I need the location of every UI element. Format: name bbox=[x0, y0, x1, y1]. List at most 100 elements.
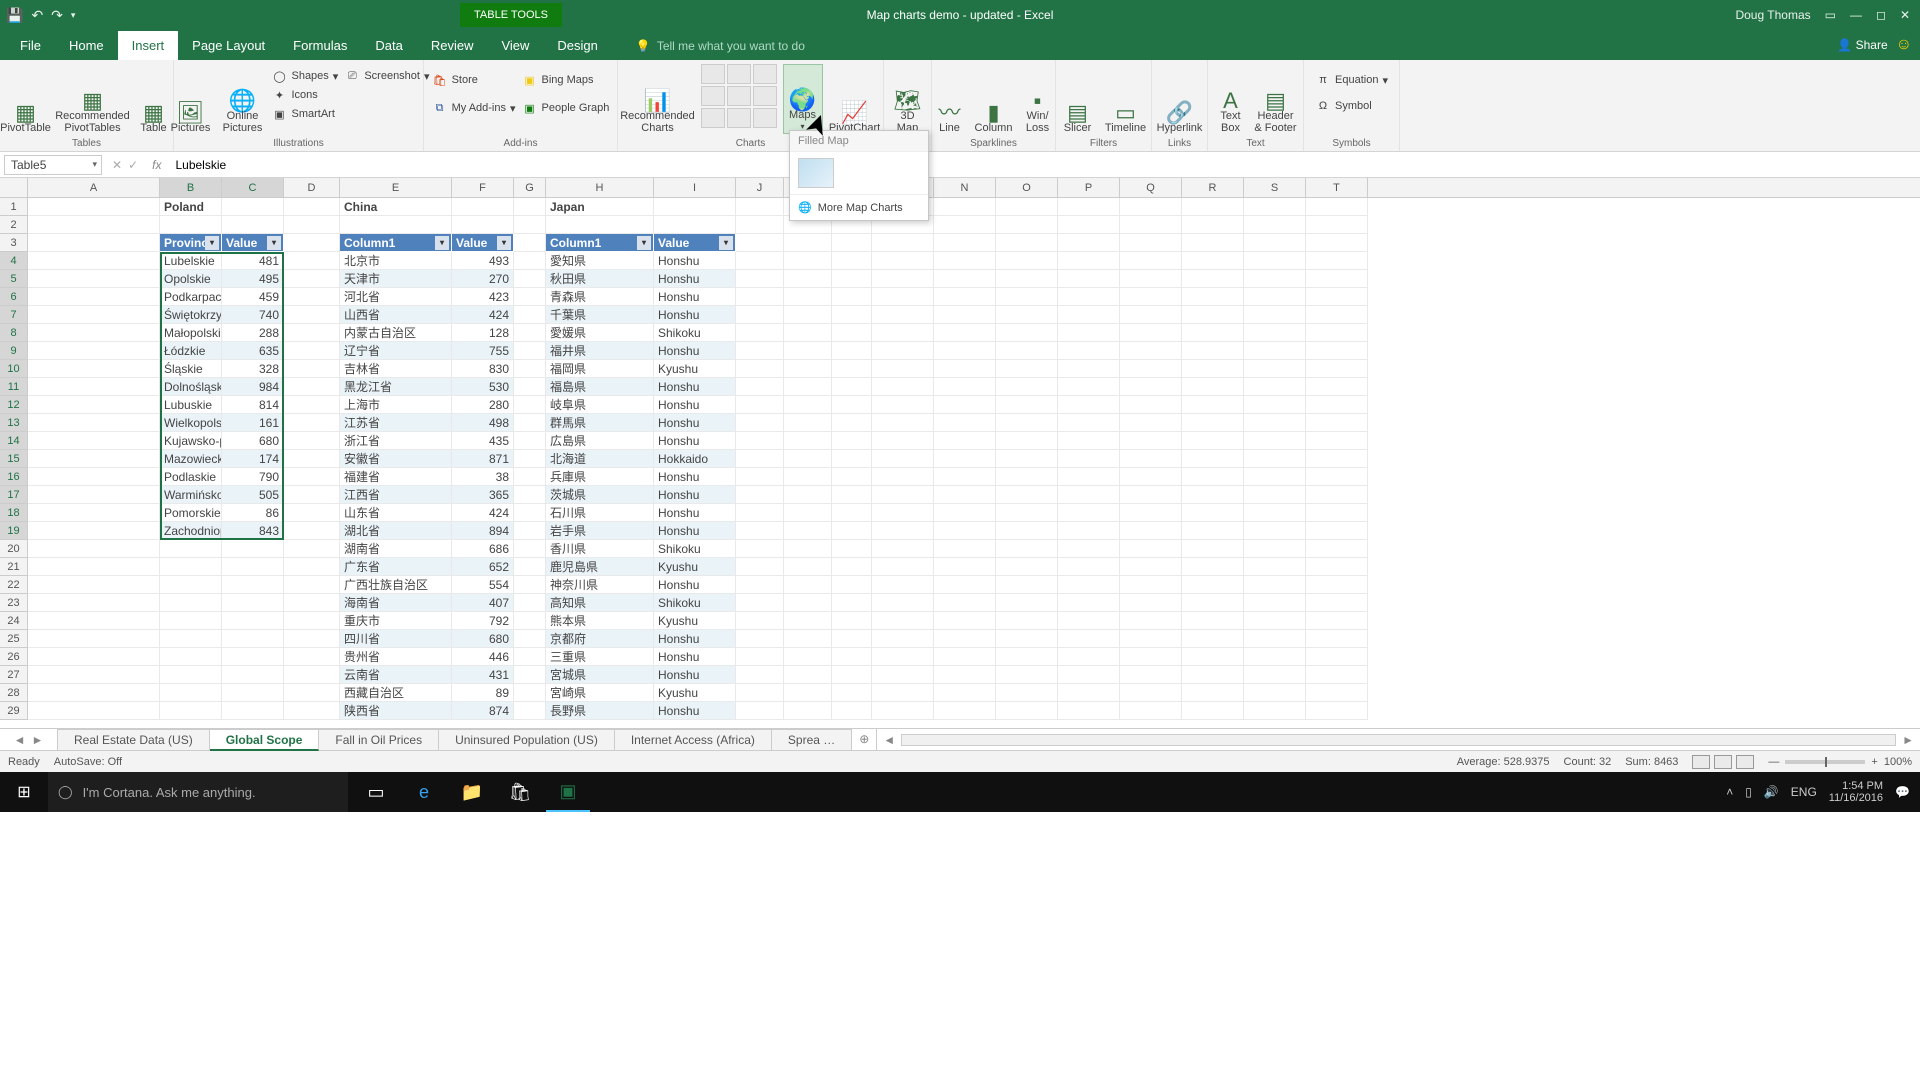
cell[interactable] bbox=[28, 360, 160, 378]
cell[interactable] bbox=[736, 234, 784, 252]
cell[interactable] bbox=[514, 270, 546, 288]
cell[interactable] bbox=[1244, 216, 1306, 234]
cell[interactable] bbox=[784, 504, 832, 522]
cell[interactable] bbox=[1058, 666, 1120, 684]
cell[interactable] bbox=[160, 702, 222, 720]
maximize-icon[interactable]: ◻ bbox=[1876, 8, 1886, 22]
cell[interactable] bbox=[1120, 396, 1182, 414]
minimize-icon[interactable]: — bbox=[1850, 8, 1862, 22]
cell[interactable] bbox=[996, 360, 1058, 378]
cell[interactable] bbox=[1182, 288, 1244, 306]
cell[interactable]: 福島県 bbox=[546, 378, 654, 396]
cell[interactable] bbox=[1058, 594, 1120, 612]
cell[interactable] bbox=[736, 468, 784, 486]
cell[interactable] bbox=[1058, 342, 1120, 360]
cell[interactable]: 上海市 bbox=[340, 396, 452, 414]
cell[interactable]: Podkarpackie bbox=[160, 288, 222, 306]
cell[interactable]: 446 bbox=[452, 648, 514, 666]
ribbon-options-icon[interactable]: ▭ bbox=[1825, 8, 1836, 22]
cell[interactable] bbox=[736, 594, 784, 612]
cell[interactable] bbox=[736, 198, 784, 216]
cell[interactable] bbox=[832, 432, 872, 450]
hyperlink-button[interactable]: 🔗Hyperlink bbox=[1156, 64, 1204, 134]
cell[interactable] bbox=[1120, 216, 1182, 234]
cell[interactable] bbox=[1244, 612, 1306, 630]
cell[interactable] bbox=[284, 648, 340, 666]
cell[interactable] bbox=[28, 486, 160, 504]
cell[interactable] bbox=[1058, 306, 1120, 324]
cell[interactable]: 755 bbox=[452, 342, 514, 360]
cell[interactable]: 431 bbox=[452, 666, 514, 684]
row-header[interactable]: 6 bbox=[0, 288, 28, 306]
cell[interactable] bbox=[736, 396, 784, 414]
row-header[interactable]: 12 bbox=[0, 396, 28, 414]
cell[interactable] bbox=[1182, 198, 1244, 216]
cell[interactable] bbox=[934, 666, 996, 684]
cell[interactable] bbox=[1244, 522, 1306, 540]
maps-button[interactable]: 🌍Maps▾ bbox=[783, 64, 823, 134]
cell[interactable] bbox=[996, 306, 1058, 324]
cell[interactable] bbox=[1058, 612, 1120, 630]
cell[interactable] bbox=[832, 288, 872, 306]
header-footer-button[interactable]: ▤Header & Footer bbox=[1254, 64, 1298, 134]
cell[interactable] bbox=[784, 630, 832, 648]
cell[interactable] bbox=[284, 252, 340, 270]
cell[interactable] bbox=[784, 396, 832, 414]
cell[interactable] bbox=[28, 450, 160, 468]
cell[interactable] bbox=[1058, 576, 1120, 594]
cell[interactable]: 792 bbox=[452, 612, 514, 630]
cell[interactable]: Dolnośląskie bbox=[160, 378, 222, 396]
cell[interactable]: Column1▾ bbox=[546, 234, 654, 252]
cell[interactable] bbox=[996, 648, 1058, 666]
cell[interactable] bbox=[996, 630, 1058, 648]
row-header[interactable]: 13 bbox=[0, 414, 28, 432]
cell[interactable] bbox=[1058, 684, 1120, 702]
cell[interactable]: Mazowieckie bbox=[160, 450, 222, 468]
cell[interactable]: 湖北省 bbox=[340, 522, 452, 540]
cell[interactable] bbox=[784, 252, 832, 270]
cell[interactable] bbox=[934, 324, 996, 342]
equation-button[interactable]: πEquation ▾ bbox=[1315, 72, 1388, 88]
cell[interactable] bbox=[784, 270, 832, 288]
cell[interactable] bbox=[514, 468, 546, 486]
cell[interactable] bbox=[996, 540, 1058, 558]
page-layout-view-button[interactable] bbox=[1714, 755, 1732, 769]
cell[interactable] bbox=[934, 540, 996, 558]
cell[interactable]: Honshu bbox=[654, 396, 736, 414]
cell[interactable] bbox=[934, 396, 996, 414]
cell[interactable] bbox=[934, 198, 996, 216]
cell[interactable]: 黑龙江省 bbox=[340, 378, 452, 396]
row-header[interactable]: 16 bbox=[0, 468, 28, 486]
column-header[interactable]: G bbox=[514, 178, 546, 197]
cell[interactable] bbox=[1120, 576, 1182, 594]
cell[interactable] bbox=[736, 432, 784, 450]
cell[interactable] bbox=[832, 576, 872, 594]
cell[interactable] bbox=[28, 666, 160, 684]
cell[interactable]: 435 bbox=[452, 432, 514, 450]
cell[interactable]: Honshu bbox=[654, 648, 736, 666]
filled-map-option[interactable] bbox=[798, 158, 834, 188]
cell[interactable] bbox=[1182, 630, 1244, 648]
cell[interactable] bbox=[222, 576, 284, 594]
cell[interactable]: 843 bbox=[222, 522, 284, 540]
cell[interactable] bbox=[1182, 702, 1244, 720]
cell[interactable] bbox=[284, 306, 340, 324]
cell[interactable] bbox=[1120, 450, 1182, 468]
people-graph-button[interactable]: ▣People Graph bbox=[522, 100, 610, 116]
cell[interactable] bbox=[28, 342, 160, 360]
excel-taskbar-icon[interactable]: ▣ bbox=[546, 772, 590, 812]
cell[interactable] bbox=[996, 270, 1058, 288]
table-button[interactable]: ▦Table bbox=[136, 64, 172, 134]
cell[interactable] bbox=[1306, 612, 1368, 630]
cell[interactable]: Poland bbox=[160, 198, 222, 216]
cell[interactable]: Shikoku bbox=[654, 324, 736, 342]
cell[interactable] bbox=[1244, 252, 1306, 270]
cell[interactable] bbox=[1182, 684, 1244, 702]
cell[interactable] bbox=[996, 216, 1058, 234]
edge-taskbar-icon[interactable]: e bbox=[402, 772, 446, 812]
cell[interactable] bbox=[1120, 342, 1182, 360]
cell[interactable]: 愛媛県 bbox=[546, 324, 654, 342]
cell[interactable]: Pomorskie bbox=[160, 504, 222, 522]
cell[interactable] bbox=[222, 684, 284, 702]
cell[interactable]: 香川県 bbox=[546, 540, 654, 558]
